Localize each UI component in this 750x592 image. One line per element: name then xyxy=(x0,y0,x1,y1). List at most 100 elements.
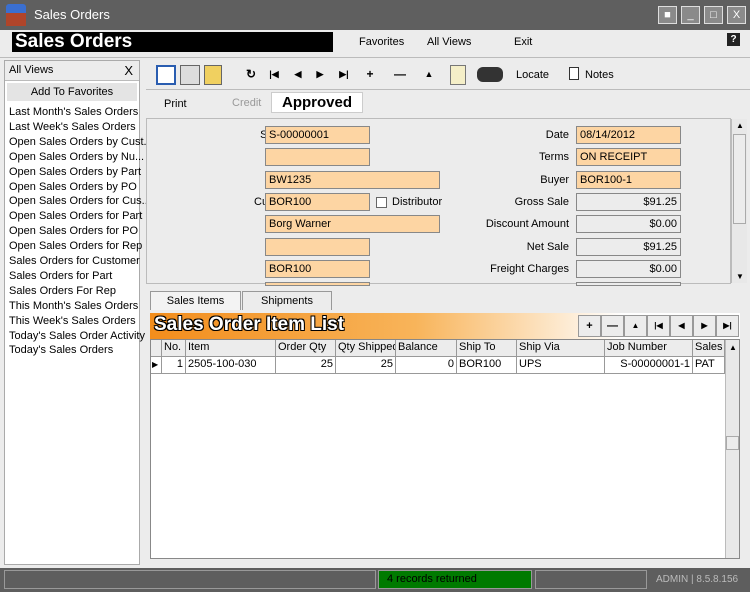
sidebar-close-icon[interactable]: X xyxy=(124,63,133,78)
previous-item-icon[interactable]: ◀ xyxy=(670,315,693,337)
column-header[interactable]: Item xyxy=(186,340,276,357)
print-button[interactable]: Print xyxy=(164,98,187,110)
grid-cell[interactable]: 1 xyxy=(162,357,186,374)
move-up-icon[interactable]: ▲ xyxy=(624,315,647,337)
notes-button[interactable]: Notes xyxy=(585,69,614,81)
field-input[interactable] xyxy=(265,238,370,256)
column-header[interactable]: Balance xyxy=(396,340,457,357)
item-list-header: Sales Order Item List + — ▲ |◀ ◀ ▶ ▶| xyxy=(150,313,740,339)
column-header[interactable]: Qty Shipped xyxy=(336,340,396,357)
window-title: Sales Orders xyxy=(34,7,110,22)
column-header[interactable]: Ship To xyxy=(457,340,517,357)
delete-record-icon[interactable]: — xyxy=(392,67,408,81)
form-view-icon[interactable] xyxy=(156,65,176,85)
previous-record-icon[interactable]: ◀ xyxy=(290,69,306,80)
sidebar-view-item[interactable]: Open Sales Orders for Rep xyxy=(9,240,142,252)
sidebar-view-item[interactable]: Today's Sales Orders xyxy=(9,344,113,356)
field-input[interactable]: BOR100 xyxy=(265,193,370,211)
report-icon[interactable] xyxy=(180,65,200,85)
field-input[interactable] xyxy=(265,282,370,286)
sidebar-view-item[interactable]: This Week's Sales Orders xyxy=(9,315,136,327)
grid-scrollbar[interactable]: ▲ xyxy=(725,340,739,558)
menu-all-views[interactable]: All Views xyxy=(427,36,471,48)
order-form: Sales Order Number S-00000001Project Pur… xyxy=(146,118,747,286)
field-label: Terms xyxy=(539,151,569,163)
grid-cell[interactable]: 25 xyxy=(336,357,396,374)
column-header[interactable]: Sales I xyxy=(693,340,725,357)
column-header[interactable]: Job Number xyxy=(605,340,693,357)
status-bar: 4 records returned ADMIN | 8.5.8.156 xyxy=(0,568,750,592)
status-panel xyxy=(4,570,376,589)
user-version: ADMIN | 8.5.8.156 xyxy=(656,574,739,585)
field-label: Buyer xyxy=(540,174,569,186)
last-item-icon[interactable]: ▶| xyxy=(716,315,739,337)
next-item-icon[interactable]: ▶ xyxy=(693,315,716,337)
grid-cell[interactable]: BOR100 xyxy=(457,357,517,374)
help-icon[interactable]: ? xyxy=(727,33,740,46)
first-record-icon[interactable]: |◀ xyxy=(266,69,282,80)
sidebar-view-item[interactable]: Open Sales Orders for Cus... xyxy=(9,195,151,207)
add-to-favorites-button[interactable]: Add To Favorites xyxy=(7,83,137,101)
field-input[interactable]: ON RECEIPT xyxy=(576,148,681,166)
minimize-button[interactable]: _ xyxy=(681,6,700,24)
distributor-checkbox[interactable] xyxy=(376,197,387,208)
tab-sales-items[interactable]: Sales Items xyxy=(150,291,241,310)
sidebar-view-item[interactable]: Open Sales Orders by PO xyxy=(9,181,137,193)
grid-cell[interactable]: 0 xyxy=(396,357,457,374)
sidebar-view-item[interactable]: Open Sales Orders by Nu... xyxy=(9,151,144,163)
help-bubble-button[interactable]: ■ xyxy=(658,6,677,24)
sidebar-view-item[interactable]: Sales Orders for Customer xyxy=(9,255,140,267)
maximize-button[interactable]: □ xyxy=(704,6,723,24)
sidebar-view-item[interactable]: Today's Sales Order Activity xyxy=(9,330,145,342)
sidebar-view-item[interactable]: This Month's Sales Orders xyxy=(9,300,138,312)
add-item-icon[interactable]: + xyxy=(578,315,601,337)
first-item-icon[interactable]: |◀ xyxy=(647,315,670,337)
add-record-icon[interactable]: + xyxy=(362,67,378,81)
sidebar-view-item[interactable]: Open Sales Orders for Part xyxy=(9,210,142,222)
grid-cell[interactable]: 2505-100-030 xyxy=(186,357,276,374)
grid-cell[interactable]: UPS xyxy=(517,357,605,374)
grid-cell[interactable]: PAT xyxy=(693,357,725,374)
menu-exit[interactable]: Exit xyxy=(514,36,532,48)
refresh-icon[interactable]: ↻ xyxy=(243,67,259,81)
field-input[interactable]: 08/14/2012 xyxy=(576,126,681,144)
sidebar-view-item[interactable]: Last Week's Sales Orders xyxy=(9,121,136,133)
sidebar-view-item[interactable]: Sales Orders For Rep xyxy=(9,285,116,297)
item-list-title: Sales Order Item List xyxy=(154,314,345,335)
distributor-label: Distributor xyxy=(392,196,443,208)
page-title: Sales Orders xyxy=(12,32,333,52)
column-header[interactable]: Ship Via xyxy=(517,340,605,357)
sidebar-view-item[interactable]: Last Month's Sales Orders xyxy=(9,106,138,118)
item-grid: ▶ No. Item Order Qty Qty Shipped Balance Ship… xyxy=(150,339,740,559)
sidebar-view-item[interactable]: Open Sales Orders by Cust... xyxy=(9,136,153,148)
field-input[interactable]: BOR100 xyxy=(265,260,370,278)
up-icon[interactable]: ▲ xyxy=(421,69,437,79)
form-scrollbar[interactable]: ▲ ▼ xyxy=(731,119,747,283)
sidebar-view-item[interactable]: Open Sales Orders for PO xyxy=(9,225,138,237)
close-button[interactable]: X xyxy=(727,6,746,24)
last-record-icon[interactable]: ▶| xyxy=(336,69,352,80)
preview-search-icon[interactable] xyxy=(450,65,466,85)
sidebar-view-item[interactable]: Sales Orders for Part xyxy=(9,270,112,282)
remove-item-icon[interactable]: — xyxy=(601,315,624,337)
field-input[interactable] xyxy=(265,148,370,166)
import-icon[interactable] xyxy=(204,65,222,85)
locate-button[interactable]: Locate xyxy=(516,69,549,81)
row-selector-header xyxy=(151,340,162,357)
next-record-icon[interactable]: ▶ xyxy=(312,69,328,80)
binoculars-icon[interactable] xyxy=(477,67,503,82)
column-header[interactable]: No. xyxy=(162,340,186,357)
grid-cell[interactable]: 25 xyxy=(276,357,336,374)
title-bar: Sales Orders ■ _ □ X xyxy=(0,0,750,30)
app-logo-icon xyxy=(6,4,26,26)
field-input[interactable]: BOR100-1 xyxy=(576,171,681,189)
field-input: $91.25 xyxy=(576,238,681,256)
tab-shipments[interactable]: Shipments xyxy=(242,291,332,310)
sidebar-view-item[interactable]: Open Sales Orders by Part xyxy=(9,166,141,178)
notes-icon[interactable] xyxy=(569,67,579,80)
grid-cell[interactable]: S-00000001-1 xyxy=(605,357,693,374)
column-header[interactable]: Order Qty xyxy=(276,340,336,357)
credit-button: Credit xyxy=(232,97,262,109)
menu-favorites[interactable]: Favorites xyxy=(359,36,404,48)
field-input[interactable]: S-00000001 xyxy=(265,126,370,144)
